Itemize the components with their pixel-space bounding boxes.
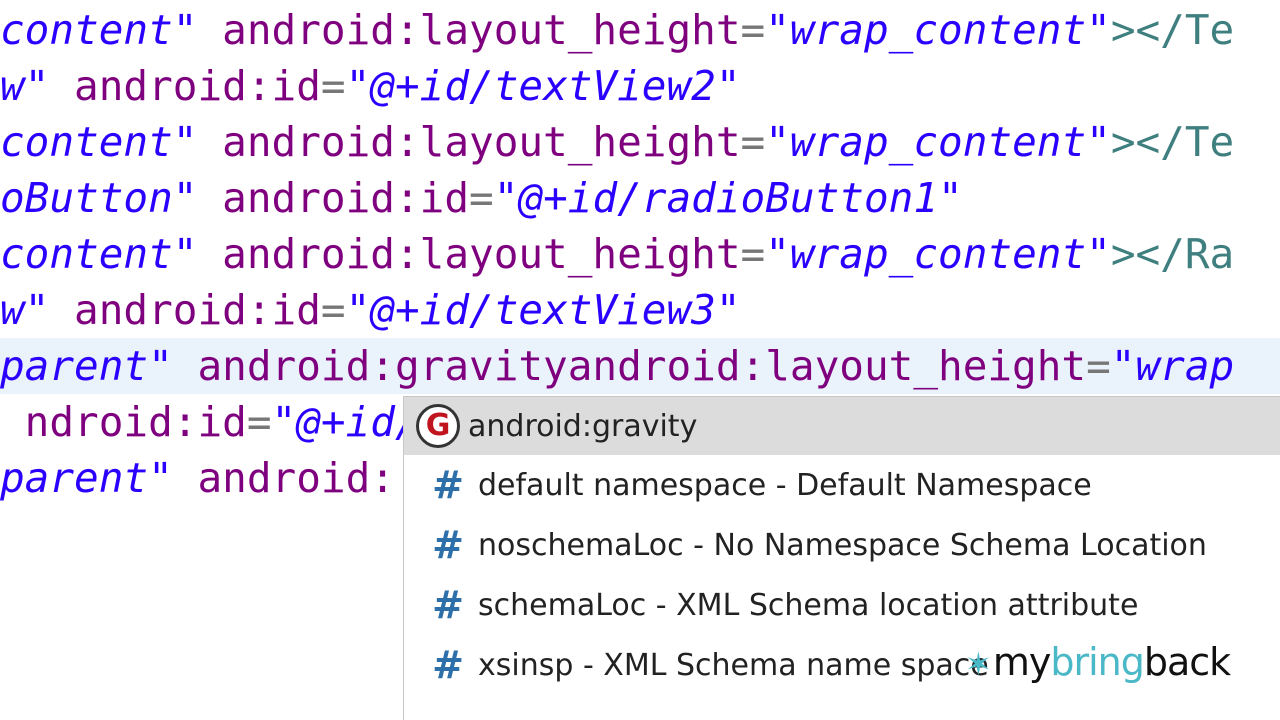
code-token: = — [740, 230, 766, 278]
code-token: android:gravityandroid:layout_height — [172, 342, 1087, 390]
code-token: "@+id/textView3" — [345, 286, 741, 334]
code-token: "wrap — [1110, 342, 1235, 390]
code-token: = — [740, 118, 766, 166]
code-token: ></Te — [1110, 118, 1235, 166]
code-token: content" — [0, 230, 198, 278]
code-token: ></Te — [1110, 6, 1235, 54]
code-line[interactable]: content" android:layout_height="wrap_con… — [0, 114, 1280, 170]
code-token: content" — [0, 6, 198, 54]
code-line[interactable]: content" android:layout_height="wrap_con… — [0, 226, 1280, 282]
code-token: android:id — [49, 286, 321, 334]
code-token: parent" — [0, 454, 173, 502]
code-token: w" — [0, 286, 50, 334]
item-label: schemaLoc - XML Schema location attribut… — [478, 587, 1139, 623]
code-token: = — [320, 62, 346, 110]
code-token: parent" — [0, 342, 173, 390]
current-code-line[interactable]: parent" android:gravityandroid:layout_he… — [0, 338, 1280, 394]
autocomplete-item-noschemaloc[interactable]: # noschemaLoc - No Namespace Schema Loca… — [404, 515, 1280, 575]
code-line[interactable]: oButton" android:id="@+id/radioButton1" — [0, 170, 1280, 226]
code-token: ndroid:id — [0, 398, 247, 446]
autocomplete-item-default-namespace[interactable]: # default namespace - Default Namespace — [404, 455, 1280, 515]
code-token: = — [1086, 342, 1111, 390]
code-token: "@+id/textView2" — [345, 62, 741, 110]
autocomplete-item-schemaloc[interactable]: # schemaLoc - XML Schema location attrib… — [404, 575, 1280, 635]
code-line[interactable]: w" android:id="@+id/textView2" — [0, 58, 1280, 114]
item-label: android:gravity — [468, 408, 698, 444]
hash-icon: # — [432, 583, 464, 627]
code-token: android:layout_height — [197, 6, 741, 54]
watermark-logo: ✶mybringback — [965, 640, 1231, 684]
watermark-back: back — [1143, 640, 1231, 684]
code-token: "wrap_content" — [765, 118, 1111, 166]
code-token: android:layout_height — [197, 118, 741, 166]
hash-icon: # — [432, 643, 464, 687]
code-token: "wrap_content" — [765, 6, 1111, 54]
code-token: "wrap_content" — [765, 230, 1111, 278]
autocomplete-item-gravity[interactable]: G android:gravity — [404, 397, 1280, 455]
star-icon: ✶ — [965, 645, 992, 683]
code-token: android:id — [49, 62, 321, 110]
hash-icon: # — [432, 463, 464, 507]
code-line[interactable]: w" android:id="@+id/textView3" — [0, 282, 1280, 338]
code-token: oButton" — [0, 174, 198, 222]
item-label: default namespace - Default Namespace — [478, 467, 1092, 503]
code-token: w" — [0, 62, 50, 110]
code-token: "@+id/radioButton1" — [493, 174, 963, 222]
item-label: noschemaLoc - No Namespace Schema Locati… — [478, 527, 1207, 563]
watermark-bring: bring — [1050, 640, 1145, 684]
code-token: = — [320, 286, 346, 334]
code-token: "@+id/ — [271, 398, 420, 446]
code-token: ></Ra — [1110, 230, 1235, 278]
watermark-my: my — [992, 640, 1052, 684]
code-token: = — [246, 398, 272, 446]
code-token: android:id — [197, 174, 470, 222]
code-token: = — [740, 6, 766, 54]
code-line[interactable]: content" android:layout_height="wrap_con… — [0, 2, 1280, 58]
code-token: = — [469, 174, 494, 222]
attribute-g-icon: G — [416, 404, 460, 448]
code-token: android:layout_height — [197, 230, 741, 278]
code-token: android: — [172, 454, 395, 502]
code-token: content" — [0, 118, 198, 166]
hash-icon: # — [432, 523, 464, 567]
